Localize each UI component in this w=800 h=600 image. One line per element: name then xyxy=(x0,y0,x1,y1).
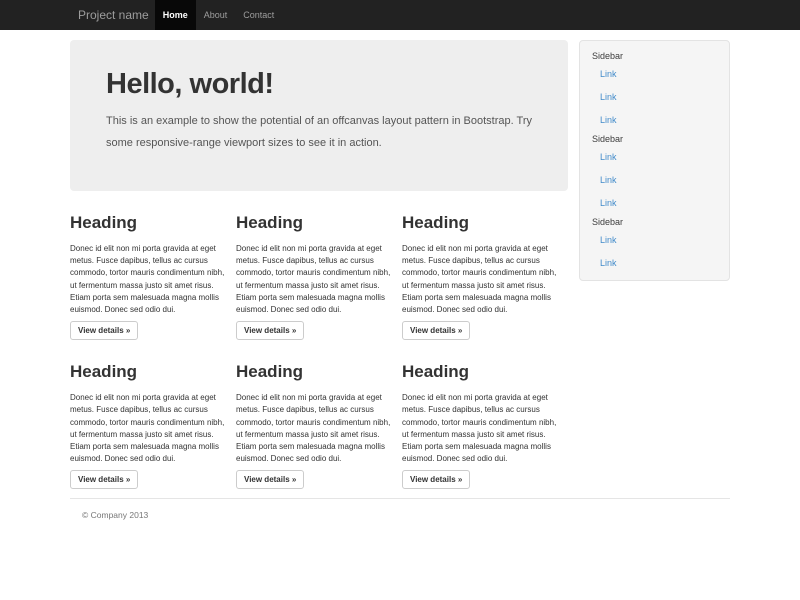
sidebar-link[interactable]: Link xyxy=(580,192,729,215)
card-body-text: Donec id elit non mi porta gravida at eg… xyxy=(402,243,558,316)
card-body-text: Donec id elit non mi porta gravida at eg… xyxy=(70,392,226,465)
card-body-text: Donec id elit non mi porta gravida at eg… xyxy=(70,243,226,316)
card-body-text: Donec id elit non mi porta gravida at eg… xyxy=(236,392,392,465)
feature-card: Heading Donec id elit non mi porta gravi… xyxy=(236,340,393,489)
page-title: Hello, world! xyxy=(106,68,532,101)
page-container: Hello, world! This is an example to show… xyxy=(70,30,730,520)
sidebar-link[interactable]: Link xyxy=(580,146,729,169)
card-heading: Heading xyxy=(236,213,393,233)
footer: © Company 2013 xyxy=(70,510,730,520)
feature-card: Heading Donec id elit non mi porta gravi… xyxy=(236,191,393,340)
view-details-button[interactable]: View details » xyxy=(402,470,470,489)
sidebar-link[interactable]: Link xyxy=(580,252,729,275)
view-details-button[interactable]: View details » xyxy=(70,321,138,340)
view-details-button[interactable]: View details » xyxy=(236,470,304,489)
content-row: Hello, world! This is an example to show… xyxy=(70,30,730,489)
card-heading: Heading xyxy=(402,213,559,233)
card-body-text: Donec id elit non mi porta gravida at eg… xyxy=(402,392,558,465)
jumbotron-text: This is an example to show the potential… xyxy=(106,110,532,154)
footer-divider xyxy=(70,498,730,499)
sidebar-link[interactable]: Link xyxy=(580,63,729,86)
feature-card: Heading Donec id elit non mi porta gravi… xyxy=(402,191,559,340)
nav-item-home[interactable]: Home xyxy=(155,0,196,30)
nav-item-about[interactable]: About xyxy=(196,0,236,30)
nav-menu: Home About Contact xyxy=(155,0,283,30)
sidebar-link[interactable]: Link xyxy=(580,169,729,192)
card-heading: Heading xyxy=(402,362,559,382)
sidebar-group-heading: Sidebar xyxy=(580,132,729,146)
card-heading: Heading xyxy=(236,362,393,382)
copyright-text: © Company 2013 xyxy=(82,510,730,520)
sidebar-well: Sidebar Link Link Link Sidebar Link Link… xyxy=(579,40,730,281)
card-body-text: Donec id elit non mi porta gravida at eg… xyxy=(236,243,392,316)
navbar-container: Project name Home About Contact xyxy=(70,0,730,30)
view-details-button[interactable]: View details » xyxy=(70,470,138,489)
card-heading: Heading xyxy=(70,213,227,233)
cards-row-2: Heading Donec id elit non mi porta gravi… xyxy=(70,340,568,489)
sidebar-link[interactable]: Link xyxy=(580,86,729,109)
view-details-button[interactable]: View details » xyxy=(236,321,304,340)
brand-link[interactable]: Project name xyxy=(70,0,149,30)
feature-card: Heading Donec id elit non mi porta gravi… xyxy=(402,340,559,489)
card-heading: Heading xyxy=(70,362,227,382)
sidebar-link[interactable]: Link xyxy=(580,229,729,252)
sidebar-link[interactable]: Link xyxy=(580,109,729,132)
sidebar-group-heading: Sidebar xyxy=(580,215,729,229)
navbar: Project name Home About Contact xyxy=(0,0,800,30)
jumbotron: Hello, world! This is an example to show… xyxy=(70,40,568,191)
cards-row-1: Heading Donec id elit non mi porta gravi… xyxy=(70,191,568,340)
sidebar-group-heading: Sidebar xyxy=(580,49,729,63)
feature-card: Heading Donec id elit non mi porta gravi… xyxy=(70,191,227,340)
sidebar: Sidebar Link Link Link Sidebar Link Link… xyxy=(579,40,730,489)
main-column: Hello, world! This is an example to show… xyxy=(70,40,568,489)
nav-item-contact[interactable]: Contact xyxy=(235,0,282,30)
view-details-button[interactable]: View details » xyxy=(402,321,470,340)
feature-card: Heading Donec id elit non mi porta gravi… xyxy=(70,340,227,489)
